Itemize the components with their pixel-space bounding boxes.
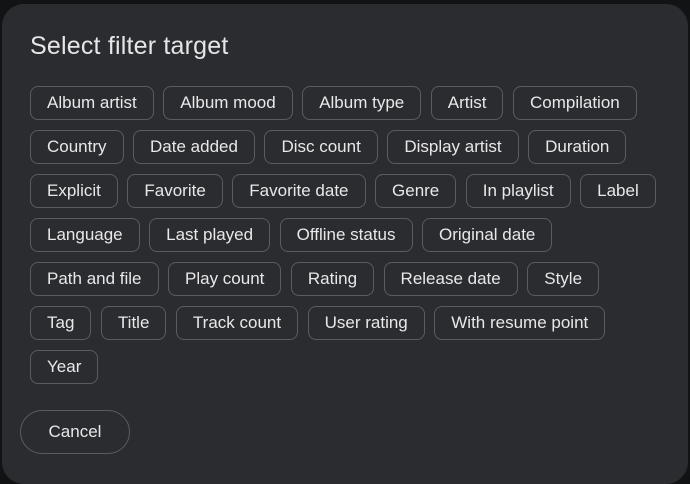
cancel-button[interactable]: Cancel [20, 410, 130, 454]
chip-track-count[interactable]: Track count [175, 306, 299, 340]
chip-play-count[interactable]: Play count [168, 262, 282, 296]
chip-last-played[interactable]: Last played [149, 218, 271, 252]
chip-style[interactable]: Style [527, 262, 600, 296]
chip-genre[interactable]: Genre [375, 174, 457, 208]
chip-original-date[interactable]: Original date [422, 218, 553, 252]
filter-chip-group: Album artist Album mood Album type Artis… [30, 86, 660, 384]
chip-album-mood[interactable]: Album mood [163, 86, 293, 120]
filter-target-dialog: Select filter target Album artist Album … [2, 4, 688, 484]
dialog-title: Select filter target [30, 32, 229, 60]
chip-user-rating[interactable]: User rating [307, 306, 425, 340]
chip-release-date[interactable]: Release date [383, 262, 518, 296]
chip-path-and-file[interactable]: Path and file [30, 262, 159, 296]
chip-album-type[interactable]: Album type [302, 86, 422, 120]
chip-language[interactable]: Language [30, 218, 140, 252]
chip-in-playlist[interactable]: In playlist [465, 174, 571, 208]
chip-compilation[interactable]: Compilation [512, 86, 637, 120]
chip-album-artist[interactable]: Album artist [30, 86, 154, 120]
chip-title[interactable]: Title [100, 306, 167, 340]
chip-artist[interactable]: Artist [430, 86, 504, 120]
chip-favorite[interactable]: Favorite [127, 174, 223, 208]
chip-year[interactable]: Year [30, 350, 99, 384]
chip-tag[interactable]: Tag [30, 306, 92, 340]
chip-display-artist[interactable]: Display artist [387, 130, 519, 164]
chip-country[interactable]: Country [30, 130, 124, 164]
chip-favorite-date[interactable]: Favorite date [232, 174, 366, 208]
chip-rating[interactable]: Rating [290, 262, 375, 296]
chip-with-resume-point[interactable]: With resume point [434, 306, 606, 340]
chip-label[interactable]: Label [580, 174, 656, 208]
chip-offline-status[interactable]: Offline status [279, 218, 413, 252]
chip-date-added[interactable]: Date added [133, 130, 255, 164]
chip-disc-count[interactable]: Disc count [264, 130, 378, 164]
chip-explicit[interactable]: Explicit [30, 174, 118, 208]
chip-duration[interactable]: Duration [528, 130, 627, 164]
